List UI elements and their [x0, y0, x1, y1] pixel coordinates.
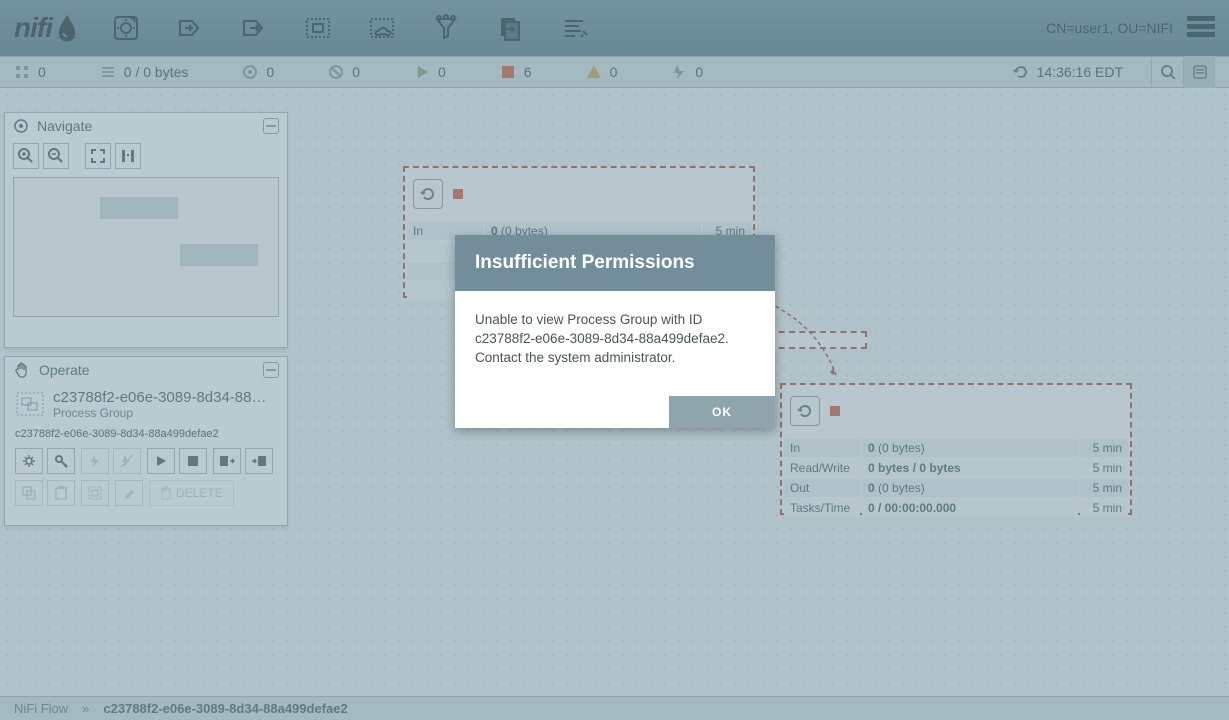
- threads-icon: [14, 64, 30, 80]
- hand-icon: [13, 361, 31, 379]
- nifi-logo: nifi: [14, 12, 78, 44]
- disabled-stat: 0: [671, 64, 703, 80]
- not-transmitting-stat: 0: [328, 64, 360, 80]
- water-drop-icon: [56, 14, 78, 42]
- running-stat: 0: [414, 64, 446, 80]
- birdseye-view[interactable]: [13, 177, 279, 317]
- color-button[interactable]: [115, 480, 143, 506]
- add-process-group-icon[interactable]: [300, 10, 336, 46]
- configure-button[interactable]: [15, 448, 43, 474]
- collapse-button[interactable]: [263, 118, 279, 134]
- operate-component-name: c23788f2-e06e-3089-8d34-88a4…: [53, 389, 273, 406]
- add-remote-process-group-icon[interactable]: [364, 10, 400, 46]
- dialog-title: Insufficient Permissions: [455, 235, 775, 291]
- operate-component-id: c23788f2-e06e-3089-8d34-88a499defae2: [15, 428, 277, 440]
- bulletin-button[interactable]: [1183, 56, 1215, 88]
- upload-template-button[interactable]: [245, 448, 273, 474]
- operate-panel: Operate c23788f2-e06e-3089-8d34-88a4… Pr…: [4, 356, 288, 526]
- enable-button[interactable]: [81, 448, 109, 474]
- processor-icon: [790, 396, 820, 426]
- stop-button[interactable]: [179, 448, 207, 474]
- status-bar: 0 0 / 0 bytes 0 0 0 6 0 0 14:36:16 EDT: [0, 56, 1229, 88]
- crosshair-icon: [13, 118, 29, 134]
- disable-button[interactable]: [113, 448, 141, 474]
- stopped-indicator: [453, 189, 463, 199]
- disabled-icon: [671, 64, 687, 80]
- ok-button[interactable]: OK: [669, 396, 775, 428]
- operate-component-type: Process Group: [53, 406, 273, 420]
- add-output-port-icon[interactable]: [236, 10, 272, 46]
- create-template-button[interactable]: [213, 448, 241, 474]
- stop-icon: [500, 64, 516, 80]
- invalid-icon: [586, 64, 602, 80]
- breadcrumb-current: c23788f2-e06e-3089-8d34-88a499defae2: [103, 701, 347, 716]
- zoom-actual-button[interactable]: [115, 143, 141, 169]
- error-dialog: Insufficient Permissions Unable to view …: [455, 235, 775, 428]
- collapse-button[interactable]: [263, 362, 279, 378]
- birdseye-component: [180, 244, 258, 266]
- queued-icon: [100, 64, 116, 80]
- global-menu-icon[interactable]: [1187, 16, 1215, 41]
- add-template-icon[interactable]: [492, 10, 528, 46]
- play-icon: [414, 64, 430, 80]
- breadcrumb-bar: NiFi Flow » c23788f2-e06e-3089-8d34-88a4…: [0, 696, 1229, 720]
- transmitting-stat: 0: [242, 64, 274, 80]
- current-user: CN=user1, OU=NIFI: [1046, 20, 1173, 36]
- transmitting-icon: [242, 64, 258, 80]
- add-processor-icon[interactable]: [108, 10, 144, 46]
- component-toolbar: [108, 10, 592, 46]
- queued-stat: 0 / 0 bytes: [100, 64, 189, 80]
- zoom-fit-button[interactable]: [85, 143, 111, 169]
- navigate-panel: Navigate: [4, 112, 288, 348]
- panel-title: Navigate: [37, 118, 92, 134]
- add-label-icon[interactable]: [556, 10, 592, 46]
- start-button[interactable]: [147, 448, 175, 474]
- zoom-in-button[interactable]: [13, 143, 39, 169]
- birdseye-component: [100, 197, 178, 219]
- stopped-indicator: [830, 406, 840, 416]
- invalid-stat: 0: [586, 64, 618, 80]
- search-button[interactable]: [1151, 56, 1183, 88]
- process-group-icon: [15, 389, 45, 424]
- not-transmitting-icon: [328, 64, 344, 80]
- app-header: nifi CN=user1, OU=NIFI: [0, 0, 1229, 56]
- processor-icon: [413, 179, 443, 209]
- processor-box-2[interactable]: In0 (0 bytes)5 min Read/Write0 bytes / 0…: [780, 383, 1132, 515]
- last-refresh: 14:36:16 EDT: [1013, 64, 1123, 80]
- add-funnel-icon[interactable]: [428, 10, 464, 46]
- panel-title: Operate: [39, 362, 90, 378]
- processor-stats-table: In0 (0 bytes)5 min Read/Write0 bytes / 0…: [782, 437, 1130, 519]
- group-button[interactable]: [81, 480, 109, 506]
- paste-button[interactable]: [47, 480, 75, 506]
- zoom-out-button[interactable]: [43, 143, 69, 169]
- stopped-stat: 6: [500, 64, 532, 80]
- copy-button[interactable]: [15, 480, 43, 506]
- dialog-message: Unable to view Process Group with ID c23…: [455, 291, 775, 396]
- logo-text: nifi: [14, 12, 52, 44]
- policies-button[interactable]: [47, 448, 75, 474]
- breadcrumb-root[interactable]: NiFi Flow: [14, 701, 68, 716]
- add-input-port-icon[interactable]: [172, 10, 208, 46]
- refresh-icon[interactable]: [1013, 64, 1029, 80]
- delete-button[interactable]: DELETE: [149, 480, 234, 506]
- breadcrumb-separator: »: [82, 701, 89, 716]
- active-threads-stat: 0: [14, 64, 46, 80]
